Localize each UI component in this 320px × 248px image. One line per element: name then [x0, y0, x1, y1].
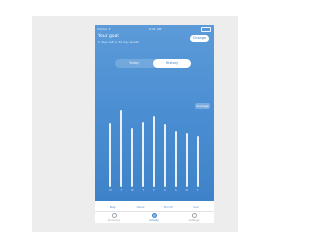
range-week[interactable]: Week [129, 203, 153, 211]
chart-bar [153, 116, 155, 187]
bar-chart [105, 105, 203, 187]
circle-icon [151, 213, 157, 218]
view-toggle: Today History [115, 59, 191, 68]
range-month[interactable]: Month [157, 203, 181, 211]
page-title: Your goal [98, 34, 119, 39]
x-tick-label: S [174, 189, 177, 192]
chart-bar [196, 135, 199, 187]
toggle-today[interactable]: Today [115, 59, 153, 68]
gear-icon [191, 213, 197, 218]
range-selector: Day Week Month Year [99, 203, 210, 211]
x-tick-label: S [164, 189, 166, 192]
tab-summary[interactable]: Summary [103, 213, 125, 222]
x-tick-label: T [196, 189, 199, 192]
tab-label: Settings [188, 218, 200, 222]
tab-bar: Summary Activity Settings [95, 211, 214, 223]
tab-label: Summary [107, 218, 121, 222]
chart-bar [185, 132, 188, 187]
app-screen: Carrier ✦ 9:41 AM Your goal 5 days left … [95, 25, 214, 201]
x-tick-label: T [142, 189, 144, 192]
x-tick-label: T [120, 189, 123, 192]
tab-settings[interactable]: Settings [183, 213, 205, 222]
phone-frame: Carrier ✦ 9:41 AM Your goal 5 days left … [95, 25, 214, 223]
range-year[interactable]: Year [184, 203, 208, 211]
chart-bar [142, 122, 145, 187]
x-tick-label: W [130, 189, 134, 192]
toggle-history[interactable]: History [153, 59, 191, 68]
carrier-label: Carrier ✦ [97, 27, 111, 31]
chart-bar [174, 130, 177, 187]
change-button[interactable]: Change [190, 35, 209, 42]
battery-icon [201, 27, 211, 32]
tab-label: Activity [149, 218, 159, 222]
x-tick-label: M [109, 189, 112, 192]
tab-activity[interactable]: Activity [143, 213, 165, 222]
chart-bar [120, 110, 123, 187]
chart-bar [131, 127, 134, 187]
clock-icon [111, 213, 117, 218]
page-subtitle: 5 days left in 30-day streak [98, 40, 140, 44]
x-tick-label: M [185, 189, 188, 192]
x-tick-label: F [153, 189, 155, 192]
chart-bar [109, 123, 112, 187]
time-label: 9:41 AM [149, 27, 162, 31]
status-bar: Carrier ✦ 9:41 AM [95, 26, 214, 32]
range-day[interactable]: Day [101, 203, 125, 211]
chart-bar [163, 124, 166, 187]
